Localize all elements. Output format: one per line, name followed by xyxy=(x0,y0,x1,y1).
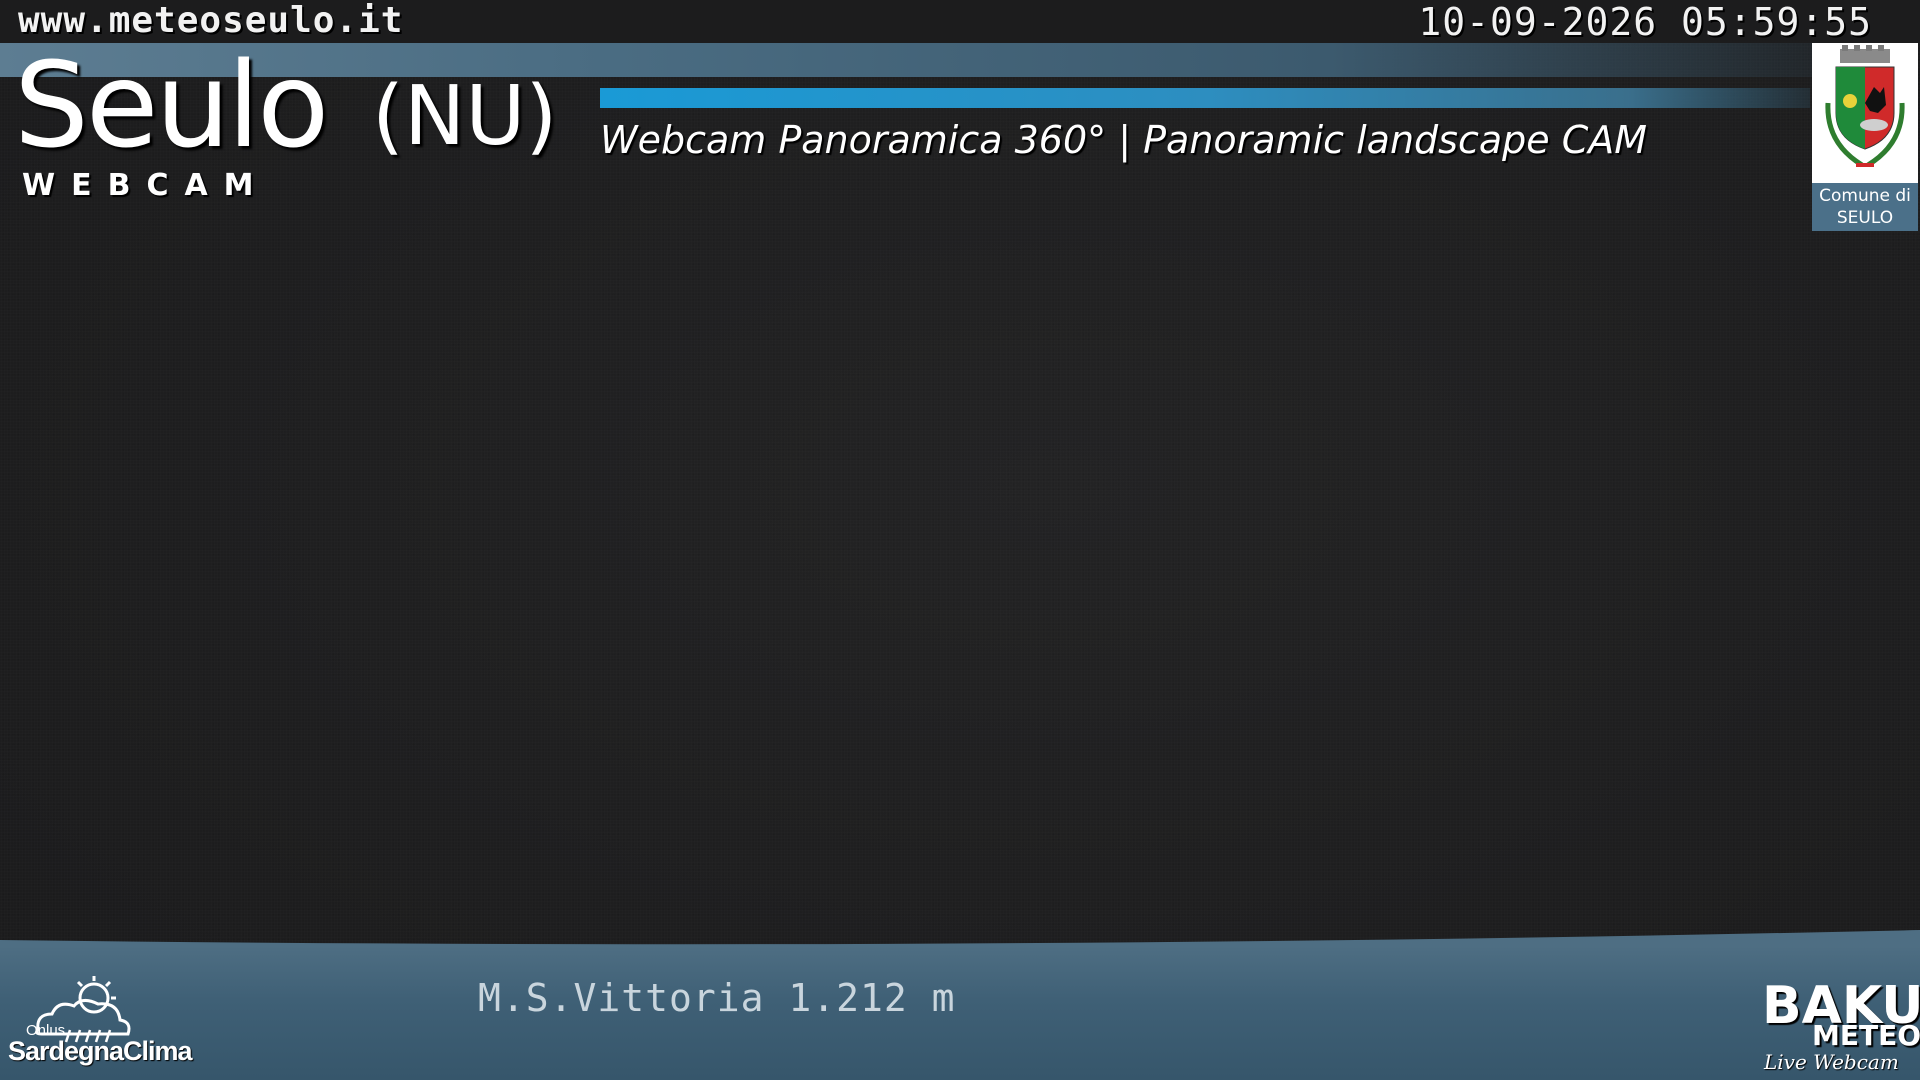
crest-caption: Comune di SEULO xyxy=(1812,183,1918,231)
accent-bar xyxy=(600,88,1810,108)
sardegnaclima-name: SardegnaClima xyxy=(8,1036,193,1066)
bottom-band xyxy=(0,946,1920,1080)
crest-caption-line1: Comune di xyxy=(1819,186,1911,206)
location-label: M.S.Vittoria 1.212 m xyxy=(478,976,956,1020)
crest-caption-line2: SEULO xyxy=(1836,208,1894,228)
tagline: Webcam Panoramica 360° | Panoramic lands… xyxy=(600,118,1648,162)
webcam-frame: www.meteoseulo.it 10-09-2026 05:59:55 Se… xyxy=(0,0,1920,1080)
webcam-subtitle: WEBCAM xyxy=(22,168,270,203)
province-label: (NU) xyxy=(372,69,558,164)
timestamp: 10-09-2026 05:59:55 xyxy=(1418,0,1872,44)
comune-crest: Comune di SEULO xyxy=(1812,43,1918,231)
town-title: Seulo xyxy=(14,36,329,174)
bakumeteo-tagline: Live Webcam xyxy=(1764,1050,1899,1074)
site-url: www.meteoseulo.it xyxy=(18,0,404,41)
comune-crest-icon xyxy=(1825,45,1905,168)
bakumeteo-bottom: METEO xyxy=(1812,1019,1920,1052)
